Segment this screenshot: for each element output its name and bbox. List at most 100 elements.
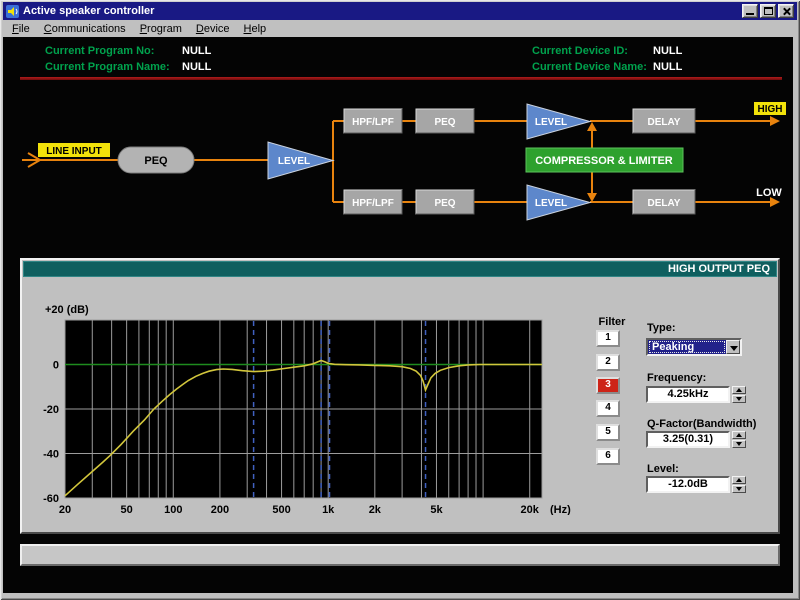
app-window: Active speaker controller File Communica…	[0, 0, 800, 600]
eq-chart-svg: 20 50 100 200 500 1k 2k 5k 20k +20 (dB) 0 -20 -40 -60…	[32, 300, 577, 515]
svg-text:LEVEL: LEVEL	[535, 117, 567, 128]
close-button[interactable]	[778, 4, 794, 18]
current-program-name-value: NULL	[182, 61, 211, 73]
low-hpf-block[interactable]: HPF/LPF	[344, 190, 402, 214]
current-device-name-value: NULL	[653, 61, 682, 73]
menu-program[interactable]: Program	[133, 21, 189, 37]
level-spin-down[interactable]	[732, 485, 746, 493]
frequency-field[interactable]: 4.25kHz	[646, 386, 730, 403]
client-area: Current Program No: NULL Current Program…	[3, 37, 793, 593]
svg-text:(Hz): (Hz)	[550, 504, 571, 515]
low-output-label: LOW	[756, 187, 782, 199]
current-program-no-label: Current Program No:	[45, 45, 154, 57]
svg-text:+20 (dB): +20 (dB)	[45, 304, 89, 316]
type-dropdown[interactable]: Peaking	[646, 338, 742, 356]
high-hpf-block[interactable]: HPF/LPF	[344, 109, 402, 133]
svg-text:1k: 1k	[322, 504, 335, 515]
low-peq-block[interactable]: PEQ	[416, 190, 474, 214]
svg-text:2k: 2k	[369, 504, 382, 515]
line-input-label: LINE INPUT	[46, 146, 102, 157]
filter-button-4[interactable]: 4	[596, 400, 620, 417]
svg-text:500: 500	[272, 504, 290, 515]
current-device-name-label: Current Device Name:	[532, 61, 647, 73]
menu-device[interactable]: Device	[189, 21, 237, 37]
spin-up-icon	[736, 388, 742, 392]
q-factor-label: Q-Factor(Bandwidth)	[647, 418, 756, 430]
panel-title: HIGH OUTPUT PEQ	[23, 261, 777, 277]
app-icon	[6, 5, 19, 18]
current-device-id-value: NULL	[653, 45, 682, 57]
q-factor-spin-up[interactable]	[732, 431, 746, 439]
svg-text:HPF/LPF: HPF/LPF	[352, 117, 394, 128]
menu-file[interactable]: File	[5, 21, 37, 37]
svg-text:100: 100	[164, 504, 182, 515]
svg-text:LEVEL: LEVEL	[278, 156, 310, 167]
current-program-name-label: Current Program Name:	[45, 61, 170, 73]
status-bar	[20, 544, 780, 566]
high-delay-block[interactable]: DELAY	[633, 109, 695, 133]
maximize-button[interactable]	[760, 4, 776, 18]
spin-up-icon	[736, 433, 742, 437]
high-output-peq-panel: HIGH OUTPUT PEQ 20501002005001k2k5k20k+2…	[20, 258, 780, 534]
filter-button-3[interactable]: 3	[596, 377, 620, 394]
svg-text:200: 200	[211, 504, 229, 515]
spin-down-icon	[736, 442, 742, 446]
svg-text:50: 50	[121, 504, 133, 515]
spin-down-icon	[736, 487, 742, 491]
q-factor-spin-down[interactable]	[732, 440, 746, 448]
window-title: Active speaker controller	[23, 5, 742, 17]
frequency-spin-down[interactable]	[732, 395, 746, 403]
compressor-limiter-block[interactable]: COMPRESSOR & LIMITER	[526, 148, 683, 172]
q-factor-field[interactable]: 3.25(0.31)	[646, 431, 730, 448]
svg-text:5k: 5k	[430, 504, 443, 515]
chevron-down-icon	[730, 346, 738, 351]
type-label: Type:	[647, 322, 676, 334]
spin-up-icon	[736, 478, 742, 482]
minimize-icon	[746, 13, 754, 15]
level-field[interactable]: -12.0dB	[646, 476, 730, 493]
q-factor-spinner	[732, 431, 746, 448]
window-controls	[742, 4, 794, 18]
filter-button-6[interactable]: 6	[596, 448, 620, 465]
high-peq-block[interactable]: PEQ	[416, 109, 474, 133]
titlebar: Active speaker controller	[3, 2, 797, 20]
menu-help[interactable]: Help	[237, 21, 274, 37]
level-spinner	[732, 476, 746, 493]
svg-text:20: 20	[59, 504, 71, 515]
svg-text:COMPRESSOR & LIMITER: COMPRESSOR & LIMITER	[535, 155, 673, 167]
filter-button-5[interactable]: 5	[596, 424, 620, 441]
input-peq-block[interactable]: PEQ	[118, 147, 194, 173]
header-divider	[20, 77, 782, 80]
high-level-block[interactable]: LEVEL	[527, 104, 590, 139]
svg-text:DELAY: DELAY	[648, 198, 681, 209]
type-dropdown-button[interactable]	[726, 340, 740, 354]
level-spin-up[interactable]	[732, 476, 746, 484]
type-selected-value: Peaking	[648, 340, 726, 354]
current-program-no-value: NULL	[182, 45, 211, 57]
frequency-label: Frequency:	[647, 372, 706, 384]
high-output-label: HIGH	[758, 104, 783, 115]
minimize-button[interactable]	[742, 4, 758, 18]
low-delay-block[interactable]: DELAY	[633, 190, 695, 214]
menubar: File Communications Program Device Help	[3, 20, 797, 37]
current-device-id-label: Current Device ID:	[532, 45, 628, 57]
low-level-block[interactable]: LEVEL	[527, 185, 590, 220]
filter-button-2[interactable]: 2	[596, 354, 620, 371]
signal-flow-diagram: LINE INPUT PEQ LEVEL HPF/LPF PEQ LEVEL	[3, 90, 793, 240]
svg-text:0: 0	[53, 360, 59, 372]
frequency-spin-up[interactable]	[732, 386, 746, 394]
spin-down-icon	[736, 397, 742, 401]
svg-text:LEVEL: LEVEL	[535, 198, 567, 209]
svg-text:20k: 20k	[521, 504, 540, 515]
level-label: Level:	[647, 463, 679, 475]
frequency-spinner	[732, 386, 746, 403]
svg-text:-60: -60	[43, 493, 59, 505]
input-level-block[interactable]: LEVEL	[268, 142, 333, 179]
svg-text:PEQ: PEQ	[434, 198, 455, 209]
svg-text:PEQ: PEQ	[144, 155, 168, 167]
filter-button-1[interactable]: 1	[596, 330, 620, 347]
svg-text:HPF/LPF: HPF/LPF	[352, 198, 394, 209]
svg-text:-40: -40	[43, 449, 59, 461]
svg-text:-20: -20	[43, 404, 59, 416]
menu-communications[interactable]: Communications	[37, 21, 133, 37]
